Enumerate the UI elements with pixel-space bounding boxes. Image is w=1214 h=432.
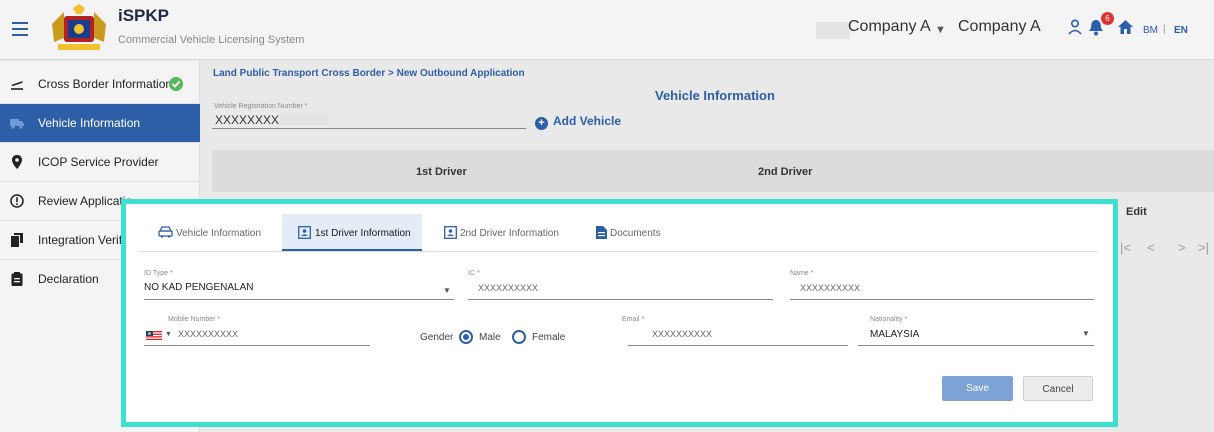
id-card-icon <box>298 226 311 239</box>
column-edit: Edit <box>1126 206 1147 218</box>
plus-circle-icon: + <box>535 117 548 130</box>
malaysia-flag-icon[interactable] <box>146 331 162 340</box>
malaysia-crest-logo <box>52 4 106 50</box>
tab-documents[interactable]: Documents <box>584 214 684 251</box>
chevron-down-icon[interactable]: ▼ <box>1082 329 1090 338</box>
tab-1st-driver-information[interactable]: 1st Driver Information <box>282 214 422 251</box>
company-select[interactable]: Company A <box>848 18 931 36</box>
app-header: iSPKP Commercial Vehicle Licensing Syste… <box>0 0 1214 60</box>
driver-info-modal: Vehicle Information 1st Driver Informati… <box>121 199 1118 427</box>
breadcrumb[interactable]: Land Public Transport Cross Border > New… <box>213 68 525 79</box>
mobile-label: Mobile Number * <box>168 316 221 323</box>
chevron-down-icon[interactable]: ▼ <box>165 331 172 338</box>
add-vehicle-label: Add Vehicle <box>553 114 622 128</box>
id-type-underline <box>144 299 454 300</box>
home-icon[interactable] <box>1118 20 1133 34</box>
mobile-input[interactable]: XXXXXXXXXX <box>178 329 238 339</box>
lang-en-link[interactable]: EN <box>1174 25 1188 36</box>
vehicle-reg-label: Vehicle Registration Number * <box>214 103 308 110</box>
clipboard-icon <box>11 272 23 286</box>
name-underline <box>790 299 1094 300</box>
tab-label: 2nd Driver Information <box>460 228 559 239</box>
gender-label: Gender <box>420 332 454 343</box>
page-title: Vehicle Information <box>655 88 775 103</box>
name-label: Name * <box>790 270 814 277</box>
sidebar-item-label: Declaration <box>38 272 99 286</box>
gender-female-label: Female <box>532 332 566 343</box>
truck-icon <box>10 119 24 129</box>
chevron-down-icon[interactable]: ▼ <box>443 286 451 295</box>
car-icon <box>158 226 173 238</box>
sidebar-item-icop-service-provider[interactable]: ICOP Service Provider <box>0 143 200 182</box>
sidebar-item-label: Vehicle Information <box>38 116 141 130</box>
tab-label: 1st Driver Information <box>315 228 411 239</box>
nationality-select[interactable]: MALAYSIA <box>870 329 919 340</box>
pager-prev-button[interactable]: < <box>1147 240 1155 255</box>
document-icon <box>596 226 607 239</box>
id-card-icon <box>444 226 457 239</box>
pager-last-button[interactable]: >| <box>1198 240 1209 255</box>
notification-badge: 6 <box>1101 12 1114 25</box>
ic-underline <box>468 299 773 300</box>
mobile-underline <box>144 345 370 346</box>
column-1st-driver: 1st Driver <box>416 166 467 178</box>
cancel-button[interactable]: Cancel <box>1023 376 1093 401</box>
email-input[interactable]: XXXXXXXXXX <box>652 329 712 339</box>
gender-female-radio[interactable] <box>512 330 526 344</box>
airplane-departure-icon <box>11 81 23 90</box>
redacted-block <box>816 22 850 39</box>
sidebar-item-cross-border[interactable]: Cross Border Information <box>0 65 200 104</box>
driver-table-header: 1st Driver 2nd Driver <box>212 150 1214 192</box>
vehicle-reg-underline <box>212 128 526 129</box>
user-icon[interactable] <box>1068 19 1082 35</box>
modal-tabs: Vehicle Information 1st Driver Informati… <box>138 214 1098 252</box>
ic-input[interactable]: XXXXXXXXXX <box>478 283 538 293</box>
app-subtitle: Commercial Vehicle Licensing System <box>118 34 305 46</box>
vehicle-reg-input[interactable]: XXXXXXXX <box>215 113 279 127</box>
check-circle-icon <box>169 77 183 91</box>
email-label: Email * <box>622 316 645 323</box>
id-type-label: ID Type * <box>144 270 173 277</box>
nationality-label: Nationality * <box>870 316 908 323</box>
company-name: Company A <box>958 18 1041 35</box>
app-title: iSPKP <box>118 6 170 25</box>
save-button[interactable]: Save <box>942 376 1013 401</box>
add-vehicle-button[interactable]: + Add Vehicle <box>535 114 621 130</box>
alert-circle-icon <box>10 194 24 208</box>
lang-bm-link[interactable]: BM <box>1143 25 1158 36</box>
sidebar-item-label: Cross Border Information <box>38 77 173 91</box>
nationality-underline <box>858 345 1094 346</box>
tab-label: Vehicle Information <box>176 228 262 239</box>
gender-male-label: Male <box>479 332 501 343</box>
tab-2nd-driver-information[interactable]: 2nd Driver Information <box>432 214 572 251</box>
file-copy-icon <box>11 233 23 247</box>
pager-first-button[interactable]: |< <box>1120 240 1131 255</box>
ic-label: IC * <box>468 270 480 277</box>
email-underline <box>628 345 848 346</box>
tab-vehicle-information[interactable]: Vehicle Information <box>148 214 278 251</box>
id-type-select[interactable]: NO KAD PENGENALAN <box>144 282 253 293</box>
map-pin-icon <box>12 155 22 169</box>
tab-label: Documents <box>610 228 661 239</box>
sidebar-item-vehicle-information[interactable]: Vehicle Information <box>0 104 200 143</box>
pager-next-button[interactable]: > <box>1178 240 1186 255</box>
column-2nd-driver: 2nd Driver <box>758 166 813 178</box>
sidebar-item-label: Integration Verifi <box>38 233 125 247</box>
menu-hamburger-icon[interactable] <box>12 22 28 36</box>
sidebar-item-label: ICOP Service Provider <box>38 155 159 169</box>
lang-separator: | <box>1163 24 1166 35</box>
name-input[interactable]: XXXXXXXXXX <box>800 283 860 293</box>
sidebar-item-label: Review Applicatio <box>38 194 133 208</box>
gender-male-radio[interactable] <box>459 330 473 344</box>
chevron-down-icon[interactable]: ▼ <box>935 24 946 36</box>
redacted-block <box>280 113 328 125</box>
